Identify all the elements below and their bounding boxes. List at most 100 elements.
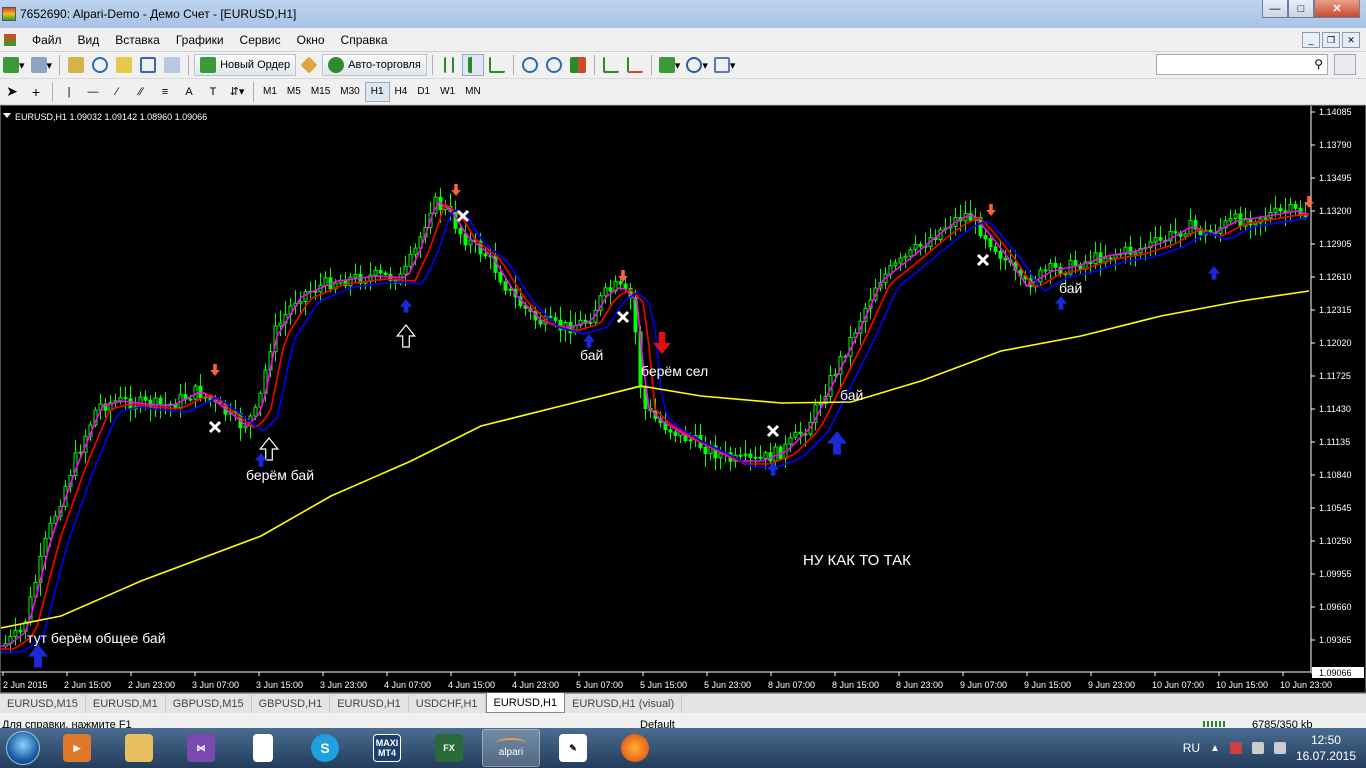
price-label: 1.11430 [1319, 404, 1351, 414]
tf-m30[interactable]: M30 [335, 82, 364, 102]
tab-gbpusd-h1[interactable]: GBPUSD,H1 [252, 695, 331, 713]
candle-body [48, 522, 53, 539]
tab-eurusd-h1-a[interactable]: EURUSD,H1 [330, 695, 409, 713]
mdi-restore-button[interactable]: ❐ [1322, 32, 1340, 48]
new-chart-button[interactable]: ▾ [1, 54, 27, 76]
tf-w1[interactable]: W1 [435, 82, 460, 102]
time-label: 8 Jun 07:00 [768, 680, 815, 690]
taskbar-alpari[interactable]: alpari [482, 729, 540, 767]
tile-windows-button[interactable] [567, 54, 589, 76]
autoscroll-icon [626, 57, 643, 73]
terminal-button[interactable] [137, 54, 159, 76]
tf-m15[interactable]: M15 [306, 82, 335, 102]
candlestick-button[interactable] [461, 54, 484, 76]
chart-window-icon[interactable] [4, 33, 16, 46]
taskbar-maxi-mt4[interactable]: MAXI MT4 [358, 729, 416, 767]
chart-window[interactable]: 1.14085 1.13790 1.13495 1.13200 1.12905 1.126… [0, 105, 1366, 693]
trendline-tool[interactable]: ∕ [106, 81, 128, 103]
tray-expand-icon[interactable]: ▲ [1210, 743, 1220, 754]
tab-eurusd-m1[interactable]: EURUSD,M1 [86, 695, 166, 713]
search-input[interactable]: ⚲ [1156, 54, 1328, 75]
metaeditor-button[interactable] [298, 54, 320, 76]
menu-insert[interactable]: Вставка [107, 33, 168, 47]
minimize-button[interactable]: — [1262, 0, 1288, 18]
network-icon[interactable] [1229, 742, 1242, 754]
taskbar-skype[interactable]: S [296, 729, 354, 767]
text-tool[interactable]: A [178, 81, 200, 103]
menu-tools[interactable]: Сервис [232, 33, 289, 47]
clock[interactable]: 12:50 16.07.2015 [1296, 732, 1356, 764]
data-window-button[interactable] [89, 54, 111, 76]
menu-view[interactable]: Вид [70, 33, 108, 47]
taskbar-media-player[interactable]: ▶ [48, 729, 106, 767]
chart-shift-button[interactable] [600, 54, 622, 76]
signal-icon[interactable] [1251, 742, 1264, 754]
mdi-close-button[interactable]: ✕ [1342, 32, 1360, 48]
taskbar-visual-studio[interactable]: ⋈ [172, 729, 230, 767]
mdi-minimize-button[interactable]: _ [1302, 32, 1320, 48]
price-label: 1.09660 [1319, 602, 1352, 612]
taskbar-firefox[interactable] [606, 729, 664, 767]
candle-body [408, 253, 413, 267]
taskbar-file-explorer[interactable] [110, 729, 168, 767]
taskbar-forex-app[interactable]: FX [420, 729, 478, 767]
arrows-tool[interactable]: ⇵ ▾ [226, 81, 248, 103]
candle-body [118, 397, 123, 402]
indicators-button[interactable]: ▾ [657, 54, 683, 76]
tab-eurusd-h1-active[interactable]: EURUSD,H1 [485, 693, 566, 713]
tf-mn[interactable]: MN [460, 82, 486, 102]
tf-m5[interactable]: M5 [282, 82, 306, 102]
candle-body [378, 269, 383, 274]
templates-button[interactable]: ▾ [712, 54, 738, 76]
close-button[interactable]: ✕ [1314, 0, 1360, 18]
start-button[interactable] [0, 728, 46, 768]
new-order-button[interactable]: Новый Ордер [194, 54, 297, 76]
text-label-tool[interactable]: T [202, 81, 224, 103]
tab-usdchf-h1[interactable]: USDCHF,H1 [409, 695, 486, 713]
tf-h4[interactable]: H4 [390, 82, 413, 102]
market-watch-button[interactable] [65, 54, 87, 76]
taskbar-document[interactable] [234, 729, 292, 767]
price-label: 1.10250 [1319, 536, 1352, 546]
language-indicator[interactable]: RU [1183, 741, 1200, 755]
bar-chart-button[interactable] [438, 54, 460, 76]
menu-file[interactable]: Файл [24, 33, 70, 47]
zoom-out-button[interactable] [543, 54, 565, 76]
horizontal-line-tool[interactable]: — [82, 81, 104, 103]
tab-eurusd-h1-visual[interactable]: EURUSD,H1 (visual) [565, 695, 683, 713]
channel-tool[interactable]: ∕∕ [130, 81, 152, 103]
candle-body [908, 249, 913, 257]
tester-button[interactable] [161, 54, 183, 76]
candle-body [743, 453, 748, 456]
candle-body [998, 250, 1003, 259]
maxi-mt4-icon: MAXI MT4 [373, 734, 401, 762]
candle-body [503, 281, 508, 291]
tf-h1[interactable]: H1 [364, 81, 390, 102]
menu-help[interactable]: Справка [333, 33, 396, 47]
menu-charts[interactable]: Графики [168, 33, 232, 47]
navigator-button[interactable] [113, 54, 135, 76]
tf-m1[interactable]: M1 [258, 82, 282, 102]
messages-button[interactable] [1334, 54, 1356, 75]
tab-gbpusd-m15[interactable]: GBPUSD,M15 [166, 695, 252, 713]
crosshair-tool[interactable]: + [25, 81, 47, 103]
tf-d1[interactable]: D1 [412, 82, 435, 102]
cursor-tool[interactable]: ➤ [1, 81, 23, 103]
autotrading-button[interactable]: Авто-торговля [322, 54, 427, 76]
tab-eurusd-m15[interactable]: EURUSD,M15 [0, 695, 86, 713]
profiles-button[interactable]: ▾ [29, 54, 55, 76]
search-icon[interactable]: ⚲ [1314, 57, 1323, 71]
line-chart-button[interactable] [486, 54, 508, 76]
vertical-line-tool[interactable]: | [58, 81, 80, 103]
skype-icon: S [311, 734, 339, 762]
price-chart[interactable]: 1.14085 1.13790 1.13495 1.13200 1.12905 1.126… [1, 106, 1365, 692]
periods-button[interactable]: ▾ [684, 54, 710, 76]
autoscroll-button[interactable] [624, 54, 646, 76]
volume-icon[interactable] [1273, 742, 1286, 754]
taskbar-notepad[interactable]: ✎ [544, 729, 602, 767]
menu-window[interactable]: Окно [289, 33, 333, 47]
clock-time: 12:50 [1310, 733, 1341, 747]
maximize-button[interactable]: □ [1288, 0, 1314, 18]
zoom-in-button[interactable] [519, 54, 541, 76]
fibonacci-tool[interactable]: ≡ [154, 81, 176, 103]
